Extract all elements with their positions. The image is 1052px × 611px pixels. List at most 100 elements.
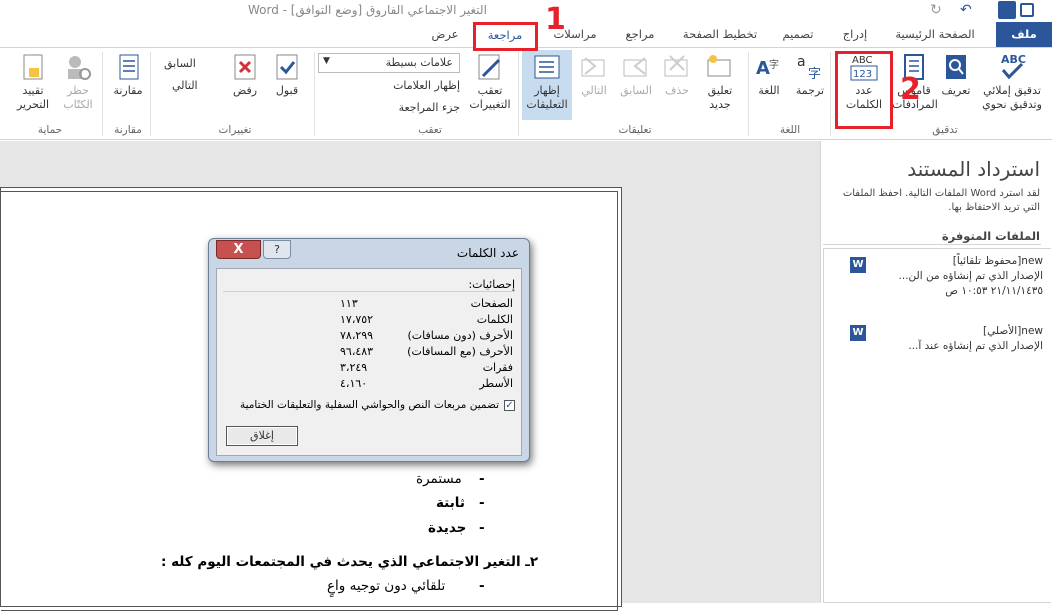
abc-check-icon: ABC [1001, 53, 1026, 80]
tab-design[interactable]: تصميم [770, 22, 826, 47]
new-comment-button[interactable]: تعليق جديد [698, 52, 742, 112]
doc-line-3: جديدة [428, 520, 467, 536]
stat-label-words: الكلمات [476, 313, 513, 326]
spelling-grammar-button[interactable]: ABC تدقيق إملائي وتدقيق نحوي [975, 52, 1049, 112]
new-comment-label: تعليق جديد [707, 84, 733, 111]
file-item-autosaved[interactable]: new[محفوظ تلقائياً] الإصدار الذي تم إنشا… [853, 254, 1043, 299]
previous-change-button[interactable]: السابق [164, 57, 196, 70]
undo-icon[interactable]: ↶ [960, 2, 972, 18]
stat-value-chars-with-spaces: ٩٦،٤٨٣ [340, 345, 374, 358]
compare-label: مقارنة [113, 84, 143, 97]
search-book-icon [946, 55, 966, 79]
divider [223, 291, 515, 292]
close-button[interactable]: إغلاق [226, 426, 298, 446]
tab-insert[interactable]: إدراج [830, 22, 880, 47]
file-name: new[الأصلي] [983, 325, 1043, 337]
delete-comment-icon [664, 55, 688, 77]
redo-icon[interactable]: ↻ [930, 2, 942, 18]
doc-line-5: تلقائي دون توجيه واعٍ [327, 578, 446, 594]
define-button[interactable]: تعريف [937, 52, 975, 98]
bullet: - [479, 471, 485, 487]
bullet: - [479, 520, 485, 536]
file-item-original[interactable]: new[الأصلي] الإصدار الذي تم إنشاؤه عند آ… [853, 324, 1043, 354]
highlight-review-tab [473, 22, 538, 51]
show-comments-button[interactable]: إظهار التعليقات [522, 50, 572, 120]
stat-label-chars-no-spaces: الأحرف (دون مسافات) [407, 329, 514, 342]
language-label: اللغة [758, 84, 780, 97]
svg-text:a: a [797, 54, 806, 70]
file-name: new[محفوظ تلقائياً] [952, 255, 1043, 267]
block-authors-icon [68, 56, 91, 80]
save-icon[interactable] [1020, 3, 1034, 17]
markup-dropdown[interactable]: علامات بسيطة ▼ [318, 53, 460, 73]
restrict-editing-label: تقييد التحرير [16, 84, 50, 111]
tab-file[interactable]: ملف [996, 22, 1052, 47]
divider [823, 244, 1041, 245]
separator [314, 52, 315, 136]
window-title: التغير الاجتماعي الفاروق [وضع التوافق] -… [248, 3, 487, 17]
show-markup-button[interactable]: إظهار العلامات [355, 79, 460, 92]
stat-value-paragraphs: ٣،٢٤٩ [340, 361, 368, 374]
next-comment-button[interactable]: التالي [574, 52, 614, 98]
previous-comment-button[interactable]: السابق [616, 52, 656, 98]
compare-button[interactable]: مقارنة [108, 52, 148, 98]
stat-value-words: ١٧،٧٥٢ [340, 313, 374, 326]
annotation-number-2: 2 [900, 72, 921, 107]
tab-references[interactable]: مراجع [612, 22, 668, 47]
stat-label-paragraphs: فقرات [482, 361, 513, 374]
reject-label: رفض [232, 84, 258, 97]
group-changes-label: تغييرات [218, 124, 252, 136]
accept-label: قبول [275, 84, 299, 97]
spelling-label: تدقيق إملائي وتدقيق نحوي [982, 84, 1042, 111]
track-changes-icon [478, 54, 501, 80]
reviewing-pane-label: جزء المراجعة [398, 101, 460, 114]
track-changes-label: تعقب التغييرات [469, 84, 511, 111]
tab-view[interactable]: عرض [420, 22, 470, 47]
doc-line-1: مستمرة [416, 471, 462, 487]
pane-description: لقد استرد Word الملفات التالية. احفظ الم… [842, 188, 1040, 213]
stat-label-chars-with-spaces: الأحرف (مع المسافات) [407, 345, 513, 358]
title-bar: ↶ ↻ التغير الاجتماعي الفاروق [وضع التواف… [0, 0, 1052, 22]
stat-value-lines: ٤،١٦٠ [340, 377, 368, 390]
separator [518, 52, 519, 136]
tab-page-layout[interactable]: تخطيط الصفحة [672, 22, 768, 47]
markup-value: علامات بسيطة [385, 56, 453, 69]
include-textboxes-label: تضمين مربعات النص والحواشي السفلية والتع… [240, 399, 499, 411]
bullet: - [479, 578, 485, 594]
stat-value-pages: ١١٣ [340, 297, 358, 310]
document-recovery-pane: استرداد المستند لقد استرد Word الملفات ا… [820, 141, 1052, 603]
ribbon: ABC تدقيق إملائي وتدقيق نحوي تعريف قاموس… [0, 48, 1052, 140]
track-changes-button[interactable]: تعقب التغييرات [466, 52, 514, 112]
help-button[interactable]: ? [263, 240, 291, 259]
delete-comment-button[interactable]: حذف [660, 52, 694, 98]
files-list: W new[محفوظ تلقائياً] الإصدار الذي تم إن… [823, 248, 1051, 603]
file-line3: ٢١/١١/١٤٣٥ ١٠:٥٣ ص [945, 285, 1043, 297]
lock-document-icon [23, 54, 43, 80]
define-label: تعريف [941, 84, 971, 97]
available-files-heading: الملفات المتوفرة [941, 229, 1040, 243]
svg-text:字: 字 [808, 67, 821, 82]
restrict-editing-button[interactable]: تقييد التحرير [12, 52, 54, 112]
svg-text:字: 字 [769, 58, 779, 71]
reject-button[interactable]: رفض [226, 52, 264, 98]
accept-button[interactable]: قبول [268, 52, 306, 98]
show-comments-label: إظهار التعليقات [526, 84, 568, 111]
translate-label: ترجمة [795, 84, 825, 97]
language-button[interactable]: A字 اللغة [750, 52, 788, 98]
reviewing-pane-button[interactable]: جزء المراجعة [335, 101, 460, 114]
group-protect-label: حماية [37, 124, 63, 136]
next-change-button[interactable]: التالي [172, 79, 198, 92]
close-icon[interactable]: X [216, 240, 261, 259]
tab-home[interactable]: الصفحة الرئيسية [880, 22, 990, 47]
annotation-number-1: 1 [545, 2, 566, 37]
highlight-word-count [835, 51, 893, 129]
translate-button[interactable]: a字 ترجمة [790, 52, 830, 98]
include-textboxes-checkbox[interactable]: ✓ [504, 400, 515, 411]
group-tracking-label: تعقب [418, 124, 442, 136]
previous-comment-icon [623, 57, 647, 77]
block-authors-button[interactable]: حظر الكتّاب [58, 52, 98, 112]
stat-value-chars-no-spaces: ٧٨،٢٩٩ [340, 329, 374, 342]
stat-label-pages: الصفحات [470, 297, 513, 310]
reject-icon [234, 54, 256, 80]
delete-label: حذف [665, 84, 689, 97]
